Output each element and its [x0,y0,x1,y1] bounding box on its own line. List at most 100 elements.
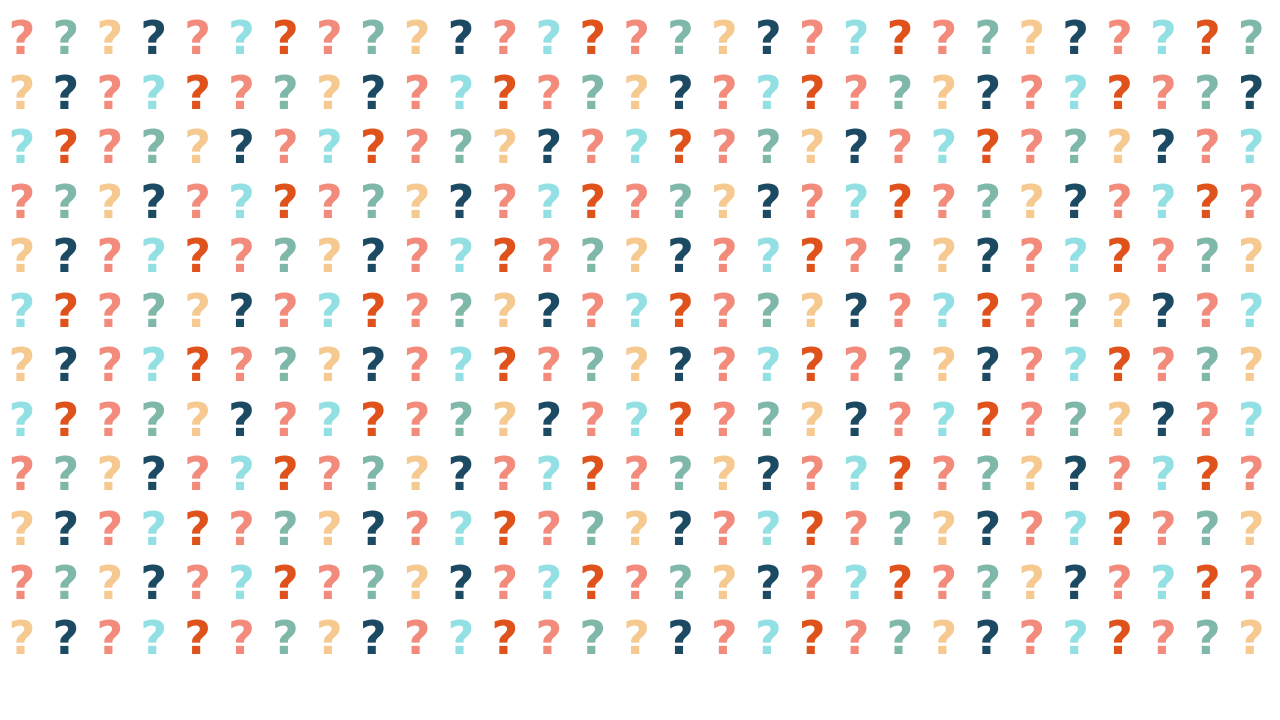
question-mark-icon: ? [798,229,826,283]
question-mark-icon: ? [491,338,519,392]
question-mark-icon: ? [184,65,211,120]
question-mark-icon: ? [754,174,782,229]
question-mark-icon: ? [1237,556,1265,610]
question-mark-icon: ? [667,174,694,229]
question-mark-icon: ? [96,610,124,665]
question-mark-icon: ? [359,174,387,229]
question-mark-icon: ? [140,338,168,392]
question-mark-icon: ? [842,447,870,501]
question-mark-icon: ? [535,392,563,447]
question-mark-icon: ? [228,610,255,665]
question-mark-icon: ? [315,11,343,65]
question-mark-icon: ? [711,501,738,556]
question-mark-icon: ? [1106,11,1133,65]
question-mark-icon: ? [930,447,958,501]
question-mark-icon: ? [842,174,870,229]
question-mark-icon: ? [447,120,475,174]
question-mark-icon: ? [579,65,607,120]
question-mark-icon: ? [52,283,80,338]
question-mark-icon: ? [1106,338,1133,392]
question-mark-icon: ? [974,447,1002,501]
question-mark-icon: ? [798,447,826,501]
question-mark-icon: ? [1018,120,1046,174]
question-mark-icon: ? [228,11,255,65]
question-mark-icon: ? [228,229,255,283]
question-mark-icon: ? [1237,392,1265,447]
question-mark-icon: ? [96,174,124,229]
question-mark-icon: ? [974,392,1002,447]
question-mark-icon: ? [184,556,211,610]
question-mark-icon: ? [974,556,1002,610]
question-mark-icon: ? [974,11,1002,65]
question-mark-icon: ? [8,11,36,65]
question-mark-icon: ? [623,556,650,610]
question-mark-icon: ? [403,283,431,338]
question-mark-icon: ? [798,174,826,229]
question-mark-icon: ? [447,283,475,338]
question-mark-icon: ? [930,174,958,229]
question-mark-icon: ? [1237,447,1265,501]
question-mark-icon: ? [1193,338,1221,392]
question-mark-icon: ? [272,501,299,556]
question-mark-icon: ? [140,501,168,556]
question-mark-icon: ? [403,174,431,229]
question-mark-icon: ? [842,556,870,610]
question-mark-icon: ? [623,65,650,120]
question-mark-icon: ? [1062,174,1089,229]
question-mark-icon: ? [535,65,563,120]
question-mark-icon: ? [447,338,475,392]
question-mark-icon: ? [52,229,80,283]
question-mark-icon: ? [52,174,80,229]
question-mark-icon: ? [228,120,255,174]
question-mark-icon: ? [842,11,870,65]
question-mark-icon: ? [184,392,211,447]
question-mark-icon: ? [96,65,124,120]
question-mark-icon: ? [272,610,299,665]
question-mark-icon: ? [798,338,826,392]
question-mark-icon: ? [8,556,36,610]
question-mark-icon: ? [1018,610,1046,665]
question-mark-icon: ? [228,65,255,120]
question-mark-icon: ? [711,283,738,338]
question-mark-icon: ? [754,610,782,665]
question-mark-icon: ? [974,65,1002,120]
question-mark-icon: ? [579,501,607,556]
question-mark-icon: ? [579,283,607,338]
question-mark-icon: ? [930,120,958,174]
question-mark-icon: ? [667,338,694,392]
question-mark-icon: ? [711,610,738,665]
question-mark-icon: ? [1150,501,1177,556]
question-mark-icon: ? [1106,556,1133,610]
question-mark-icon: ? [96,447,124,501]
question-mark-icon: ? [579,392,607,447]
question-mark-icon: ? [1193,65,1221,120]
question-mark-icon: ? [140,556,168,610]
question-mark-icon: ? [623,120,650,174]
question-mark-icon: ? [930,392,958,447]
question-mark-icon: ? [315,174,343,229]
question-mark-icon: ? [1237,229,1265,283]
question-mark-icon: ? [1018,174,1046,229]
question-mark-icon: ? [52,392,80,447]
question-mark-icon: ? [711,556,738,610]
question-mark-icon: ? [272,65,299,120]
question-mark-icon: ? [1018,556,1046,610]
question-mark-icon: ? [579,120,607,174]
question-mark-icon: ? [403,338,431,392]
question-mark-icon: ? [184,120,211,174]
question-mark-icon: ? [886,11,914,65]
question-mark-icon: ? [1150,283,1177,338]
question-mark-icon: ? [667,447,694,501]
question-mark-icon: ? [184,283,211,338]
question-mark-icon: ? [8,338,36,392]
question-mark-icon: ? [1237,11,1265,65]
question-mark-icon: ? [359,65,387,120]
question-mark-icon: ? [842,610,870,665]
question-mark-icon: ? [8,501,36,556]
question-mark-icon: ? [1106,174,1133,229]
question-mark-icon: ? [491,229,519,283]
question-mark-icon: ? [315,447,343,501]
question-mark-icon: ? [754,11,782,65]
question-mark-icon: ? [798,65,826,120]
question-mark-icon: ? [52,338,80,392]
